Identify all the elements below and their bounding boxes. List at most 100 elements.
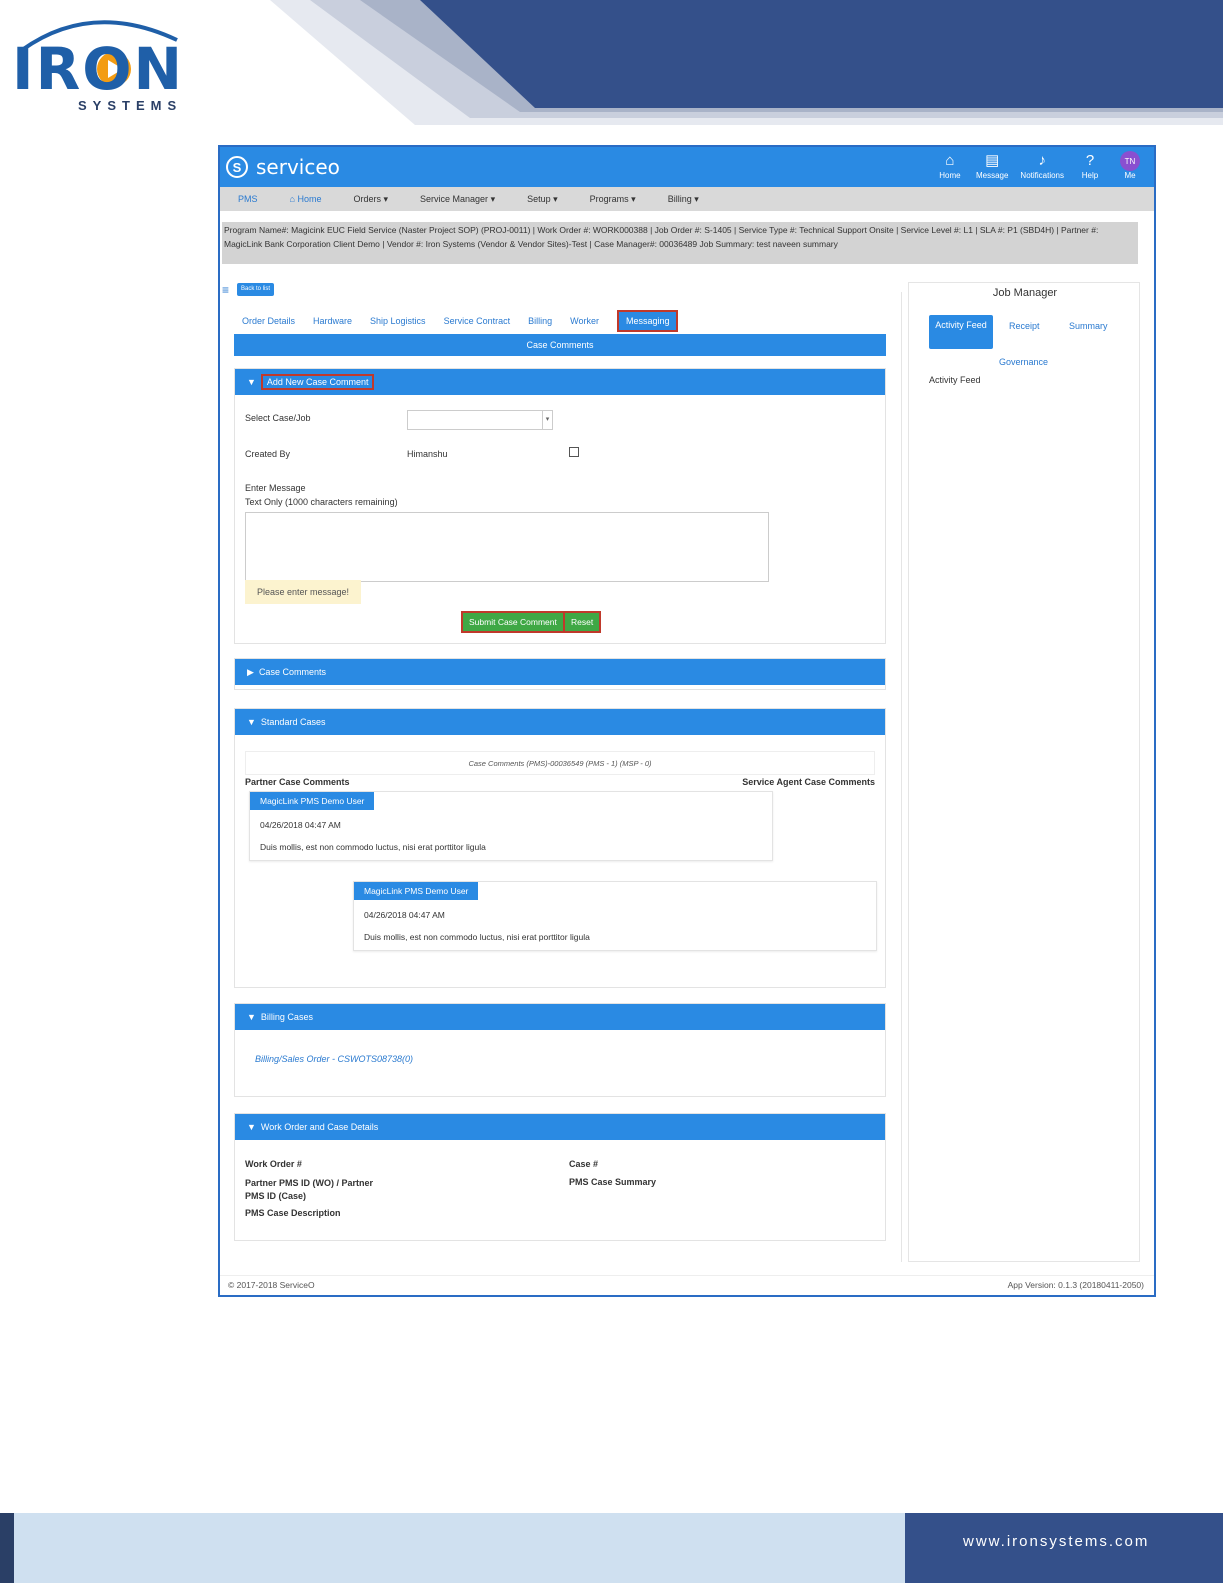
help-button[interactable]: ? Help xyxy=(1076,151,1104,180)
chevron-down-icon: ▾ xyxy=(542,411,552,429)
tab-ship-logistics[interactable]: Ship Logistics xyxy=(370,316,426,326)
nav-programs[interactable]: Programs ▾ xyxy=(590,194,636,205)
nav-orders-label: Orders xyxy=(353,193,381,204)
select-case-label: Select Case/Job xyxy=(245,413,311,423)
tab-billing[interactable]: Billing xyxy=(528,316,552,326)
agent-comment: MagicLink PMS Demo User 04/26/2018 04:47… xyxy=(353,881,877,951)
nav-orders[interactable]: Orders ▾ xyxy=(353,194,388,205)
main-content: ≡ Back to list Order Details Hardware Sh… xyxy=(222,283,902,1262)
wo-details-title: Work Order and Case Details xyxy=(260,1122,379,1132)
message-icon: ▤ xyxy=(985,152,1000,169)
partner-comments-label: Partner Case Comments xyxy=(245,777,350,787)
website-label[interactable]: www.ironsystems.com xyxy=(905,1513,1223,1583)
comment-text: Duis mollis, est non commodo luctus, nis… xyxy=(260,842,486,852)
created-by-checkbox[interactable] xyxy=(569,447,579,457)
billing-cases-panel: ▼ Billing Cases Billing/Sales Order - CS… xyxy=(234,1003,886,1097)
app-footer: © 2017-2018 ServiceO App Version: 0.1.3 … xyxy=(220,1275,1154,1295)
detail-tabs: Order Details Hardware Ship Logistics Se… xyxy=(242,310,696,332)
tab-order-details[interactable]: Order Details xyxy=(242,316,295,326)
main-nav: PMS ⌂ Home Orders ▾ Service Manager ▾ Se… xyxy=(220,187,1154,211)
case-comments-title: Case Comments xyxy=(258,667,326,677)
work-order-label: Work Order # xyxy=(245,1159,302,1169)
add-comment-panel: ▼ Add New Case Comment Select Case/Job ▾… xyxy=(234,368,886,644)
company-logo: IRON SYSTEMS xyxy=(12,10,192,113)
billing-cases-title: Billing Cases xyxy=(260,1012,313,1022)
comment-user: MagicLink PMS Demo User xyxy=(250,792,375,810)
app-version: App Version: 0.1.3 (20180411-2050) xyxy=(1007,1280,1144,1290)
add-comment-header[interactable]: ▼ Add New Case Comment xyxy=(235,369,885,395)
validation-warning: Please enter message! xyxy=(245,580,361,604)
message-button[interactable]: ▤ Message xyxy=(976,151,1008,180)
home-button[interactable]: ⌂ Home xyxy=(936,151,964,180)
footer-accent xyxy=(0,1513,14,1583)
partner-pms-id-label: Partner PMS ID (WO) / Partner PMS ID (Ca… xyxy=(245,1178,374,1201)
app-topbar: S serviceo ⌂ Home ▤ Message ♪ Notificati… xyxy=(220,147,1154,187)
page: IRON SYSTEMS S serviceo ⌂ Home ▤ Message… xyxy=(0,0,1223,1583)
nav-service-manager-label: Service Manager xyxy=(420,193,489,204)
home-icon: ⌂ xyxy=(945,152,955,169)
job-manager-sidebar: Job Manager Activity Feed Receipt Summar… xyxy=(908,282,1140,1262)
notifications-button[interactable]: ♪ Notifications xyxy=(1020,151,1064,180)
brand-name: serviceo xyxy=(256,155,340,179)
serviceo-logo-icon: S xyxy=(226,156,248,178)
hamburger-menu-icon[interactable]: ≡ xyxy=(222,283,229,297)
home-label: Home xyxy=(939,171,961,180)
me-label: Me xyxy=(1124,171,1136,180)
back-to-list-button[interactable]: Back to list xyxy=(237,283,275,296)
comment-user: MagicLink PMS Demo User xyxy=(354,882,479,900)
partner-comment: MagicLink PMS Demo User 04/26/2018 04:47… xyxy=(249,791,773,861)
job-info-bar: Program Name#: Magicink EUC Field Servic… xyxy=(222,222,1138,264)
case-comments-panel: ▶ Case Comments xyxy=(234,658,886,690)
nav-billing[interactable]: Billing ▾ xyxy=(668,194,699,205)
submit-case-comment-button[interactable]: Submit Case Comment xyxy=(461,611,565,633)
tab-hardware[interactable]: Hardware xyxy=(313,316,352,326)
nav-setup[interactable]: Setup ▾ xyxy=(527,194,558,205)
case-comments-bar: Case Comments xyxy=(234,334,886,356)
nav-setup-label: Setup xyxy=(527,193,551,204)
case-comments-summary: Case Comments (PMS)-00036549 (PMS - 1) (… xyxy=(245,751,875,775)
agent-comments-label: Service Agent Case Comments xyxy=(742,777,875,787)
tab-messaging[interactable]: Messaging xyxy=(616,310,679,332)
tab-worker[interactable]: Worker xyxy=(570,316,599,326)
nav-pms[interactable]: PMS xyxy=(238,194,258,204)
nav-billing-label: Billing xyxy=(667,193,692,204)
avatar: TN xyxy=(1120,151,1140,171)
nav-home[interactable]: ⌂ Home xyxy=(290,194,322,204)
tab-governance[interactable]: Governance xyxy=(999,357,1048,367)
bell-icon: ♪ xyxy=(1038,152,1046,169)
message-label: Message xyxy=(975,171,1009,180)
add-comment-title: Add New Case Comment xyxy=(260,374,375,390)
pms-case-summary-label: PMS Case Summary xyxy=(569,1177,657,1187)
comment-text: Duis mollis, est non commodo luctus, nis… xyxy=(364,932,590,942)
case-job-select[interactable]: ▾ xyxy=(407,410,553,430)
top-icons: ⌂ Home ▤ Message ♪ Notifications ? Help … xyxy=(936,151,1144,180)
billing-sales-order-link[interactable]: Billing/Sales Order - CSWOTS08738(0) xyxy=(255,1054,413,1064)
standard-cases-header[interactable]: ▼ Standard Cases xyxy=(235,709,885,735)
standard-cases-title: Standard Cases xyxy=(260,717,326,727)
notifications-label: Notifications xyxy=(1020,171,1064,180)
reset-button[interactable]: Reset xyxy=(563,611,602,633)
header-banner: IRON SYSTEMS xyxy=(0,0,1223,125)
help-label: Help xyxy=(1081,171,1099,180)
logo-word: IRON xyxy=(12,35,185,103)
tab-receipt[interactable]: Receipt xyxy=(1009,321,1040,331)
case-comments-header[interactable]: ▶ Case Comments xyxy=(235,659,885,685)
wo-details-header[interactable]: ▼ Work Order and Case Details xyxy=(235,1114,885,1140)
billing-cases-header[interactable]: ▼ Billing Cases xyxy=(235,1004,885,1030)
pms-case-description-label: PMS Case Description xyxy=(245,1208,341,1218)
enter-message-label: Enter Message xyxy=(245,483,306,493)
me-menu[interactable]: TN Me xyxy=(1116,151,1144,180)
help-icon: ? xyxy=(1085,152,1095,169)
message-textarea[interactable] xyxy=(245,512,769,582)
tab-summary[interactable]: Summary xyxy=(1069,321,1108,331)
comment-date: 04/26/2018 04:47 AM xyxy=(260,820,341,830)
comment-date: 04/26/2018 04:47 AM xyxy=(364,910,445,920)
standard-cases-panel: ▼ Standard Cases Case Comments (PMS)-000… xyxy=(234,708,886,988)
tab-activity-feed[interactable]: Activity Feed xyxy=(929,315,993,349)
nav-service-manager[interactable]: Service Manager ▾ xyxy=(420,194,495,205)
tab-service-contract[interactable]: Service Contract xyxy=(444,316,511,326)
case-label: Case # xyxy=(569,1159,599,1169)
text-hint: Text Only (1000 characters remaining) xyxy=(245,497,398,507)
app-brand[interactable]: S serviceo xyxy=(226,155,340,179)
created-by-value: Himanshu xyxy=(407,449,448,459)
